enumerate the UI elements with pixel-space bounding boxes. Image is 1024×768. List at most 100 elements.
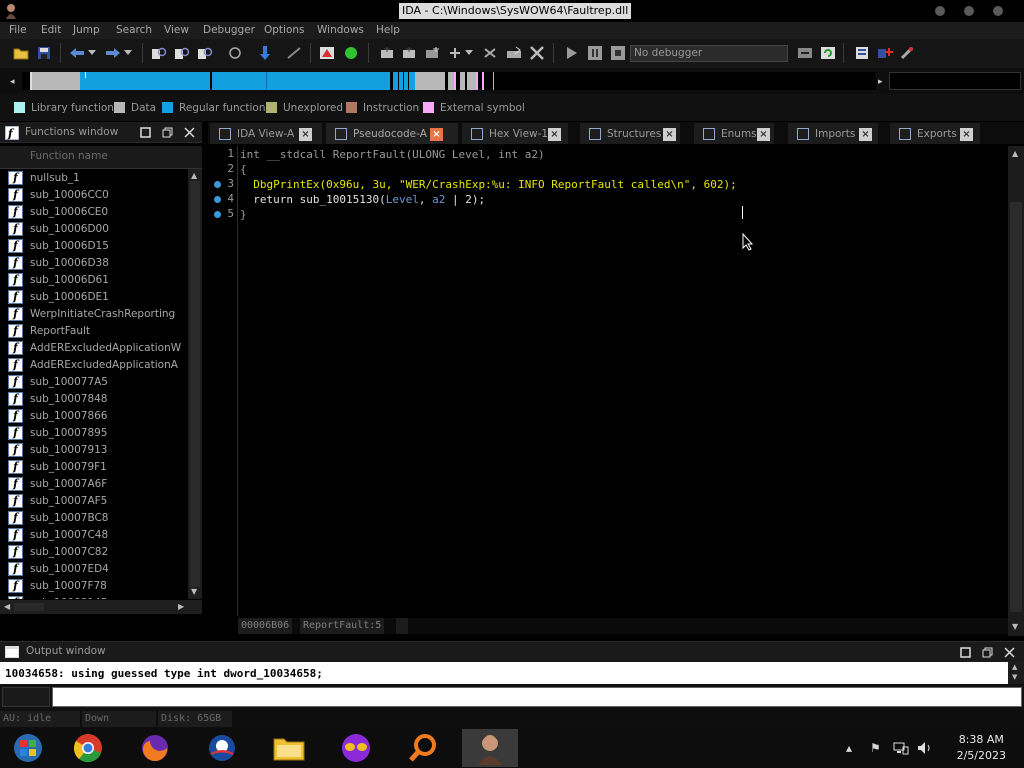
close-tab-icon[interactable]: × <box>663 128 676 141</box>
function-list-item[interactable]: f sub_10006CC0 <box>0 186 188 203</box>
obama-logo-icon[interactable] <box>199 731 245 765</box>
function-list-item[interactable]: f sub_10006DE1 <box>0 288 188 305</box>
tab-ida-view-a[interactable]: IDA View-A × <box>210 123 322 144</box>
code-line-2[interactable]: { <box>240 162 247 177</box>
play-icon[interactable] <box>563 44 581 62</box>
menu-jump[interactable]: Jump <box>73 22 100 39</box>
close-button[interactable] <box>993 6 1003 16</box>
scroll-up-icon[interactable]: ▲ <box>191 171 197 180</box>
restore-icon[interactable] <box>960 647 971 661</box>
masked-app-icon[interactable] <box>333 731 379 765</box>
add-segment-icon[interactable] <box>423 44 441 62</box>
horizontal-scroll-thumb[interactable] <box>14 603 44 611</box>
function-list-item[interactable]: f sub_10006D15 <box>0 237 188 254</box>
function-list-item[interactable]: f sub_10007895 <box>0 424 188 441</box>
hide-icon[interactable] <box>285 44 303 62</box>
search-next-icon[interactable] <box>226 44 244 62</box>
search-binary-icon[interactable] <box>150 44 168 62</box>
file-explorer-icon[interactable] <box>266 731 312 765</box>
code-line-4[interactable]: return sub_10015130(Level, a2 | 2); <box>240 192 485 207</box>
search-immediate-icon[interactable] <box>196 44 214 62</box>
add-dropdown-icon[interactable] <box>464 44 474 62</box>
create-function-icon[interactable] <box>378 44 396 62</box>
menu-view[interactable]: View <box>164 22 189 39</box>
scroll-thumb[interactable] <box>190 181 200 587</box>
ida-taskbar-icon[interactable] <box>462 729 518 767</box>
function-list-item[interactable]: f AddERExcludedApplicationW <box>0 339 188 356</box>
functions-list[interactable]: f nullsub_1 f sub_10006CC0 f sub_10006CE0 f sub… <box>0 169 188 599</box>
function-list-item[interactable]: f sub_10007C82 <box>0 543 188 560</box>
function-list-item[interactable]: f AddERExcludedApplicationA <box>0 356 188 373</box>
close-tab-icon[interactable]: × <box>960 128 973 141</box>
maximize-button[interactable] <box>964 6 974 16</box>
switch-debugger-icon[interactable] <box>796 44 814 62</box>
action-center-flag-icon[interactable]: ⚑ <box>870 741 881 755</box>
open-folder-icon[interactable] <box>12 44 30 62</box>
network-icon[interactable] <box>893 741 909 758</box>
minimize-button[interactable] <box>935 6 945 16</box>
function-list-item[interactable]: f sub_10007913 <box>0 441 188 458</box>
pseudocode-view[interactable] <box>208 146 1008 616</box>
navigation-strip[interactable] <box>22 72 876 90</box>
function-list-item[interactable]: f sub_100079F1 <box>0 458 188 475</box>
a2-variable[interactable]: a2 <box>432 193 445 206</box>
scroll-thumb[interactable] <box>1010 202 1022 612</box>
scroll-down-icon[interactable]: ▼ <box>191 587 197 596</box>
edit-icon[interactable] <box>505 44 523 62</box>
close-panel-icon[interactable] <box>184 127 195 141</box>
function-list-item[interactable]: f sub_10007C48 <box>0 526 188 543</box>
close-tab-icon[interactable]: × <box>859 128 872 141</box>
create-struct-icon[interactable] <box>400 44 418 62</box>
function-list-item[interactable]: f sub_10007A6F <box>0 475 188 492</box>
menu-debugger[interactable]: Debugger <box>203 22 255 39</box>
debugger-select[interactable]: No debugger <box>630 45 788 62</box>
tab-enums[interactable]: Enums × <box>694 123 774 144</box>
scroll-up-icon[interactable]: ▲ <box>1012 149 1018 158</box>
function-list-item[interactable]: f WerpInitiateCrashReporting <box>0 305 188 322</box>
function-list-item[interactable]: f sub_10007ED4 <box>0 560 188 577</box>
delete-icon[interactable] <box>528 44 546 62</box>
navigation-overview[interactable] <box>889 72 1021 90</box>
menu-file[interactable]: File <box>9 22 27 39</box>
menu-help[interactable]: Help <box>376 22 400 39</box>
breakpoint-dot-icon[interactable] <box>214 211 221 218</box>
scroll-down-icon[interactable]: ▼ <box>1012 673 1017 681</box>
function-list-item[interactable]: f sub_10007AF5 <box>0 492 188 509</box>
nav-left-arrow-icon[interactable]: ◂ <box>10 77 15 87</box>
functions-horizontal-scrollbar[interactable]: ◀ ▶ <box>0 600 202 614</box>
function-list-item[interactable]: f ReportFault <box>0 322 188 339</box>
close-panel-icon[interactable] <box>1004 647 1015 661</box>
function-list-item[interactable]: f sub_10006D38 <box>0 254 188 271</box>
function-list-item[interactable]: f sub_10007848 <box>0 390 188 407</box>
refresh-icon[interactable] <box>819 44 837 62</box>
scroll-up-icon[interactable]: ▲ <box>1012 663 1017 671</box>
back-arrow-icon[interactable] <box>68 44 86 62</box>
function-list-item[interactable]: f sub_10007866 <box>0 407 188 424</box>
back-dropdown-icon[interactable] <box>87 44 97 62</box>
tab-exports[interactable]: Exports × <box>890 123 980 144</box>
scroll-left-icon[interactable]: ◀ <box>4 602 10 611</box>
search-magnifier-icon[interactable] <box>400 731 446 765</box>
code-line-5[interactable]: } <box>240 207 247 222</box>
tab-pseudocode-a[interactable]: Pseudocode-A × <box>326 123 458 144</box>
output-text-area[interactable]: 10034658: using guessed type int dword_1… <box>0 662 1008 684</box>
close-tab-icon[interactable]: × <box>757 128 770 141</box>
jump-down-icon[interactable] <box>256 44 274 62</box>
breakpoint-dot-icon[interactable] <box>214 196 221 203</box>
show-hidden-icons-icon[interactable]: ▴ <box>846 741 852 755</box>
function-list-item[interactable]: f nullsub_1 <box>0 169 188 186</box>
forward-arrow-icon[interactable] <box>104 44 122 62</box>
function-list-item[interactable]: f sub_10006D00 <box>0 220 188 237</box>
menu-windows[interactable]: Windows <box>317 22 364 39</box>
search-text-icon[interactable] <box>173 44 191 62</box>
tab-structures[interactable]: Structures × <box>580 123 680 144</box>
functions-column-header[interactable]: Function name <box>0 146 202 169</box>
function-list-item[interactable]: f sub_10007F78 <box>0 577 188 594</box>
close-tab-icon[interactable]: × <box>430 128 443 141</box>
nav-right-arrow-icon[interactable]: ▸ <box>878 77 883 87</box>
function-list-item[interactable]: f sub_10006CE0 <box>0 203 188 220</box>
function-list-item[interactable]: f sub_10008145 <box>0 594 188 599</box>
close-tab-icon[interactable]: × <box>299 128 312 141</box>
sub-call[interactable]: sub_10015130 <box>300 193 379 206</box>
save-icon[interactable] <box>35 44 53 62</box>
